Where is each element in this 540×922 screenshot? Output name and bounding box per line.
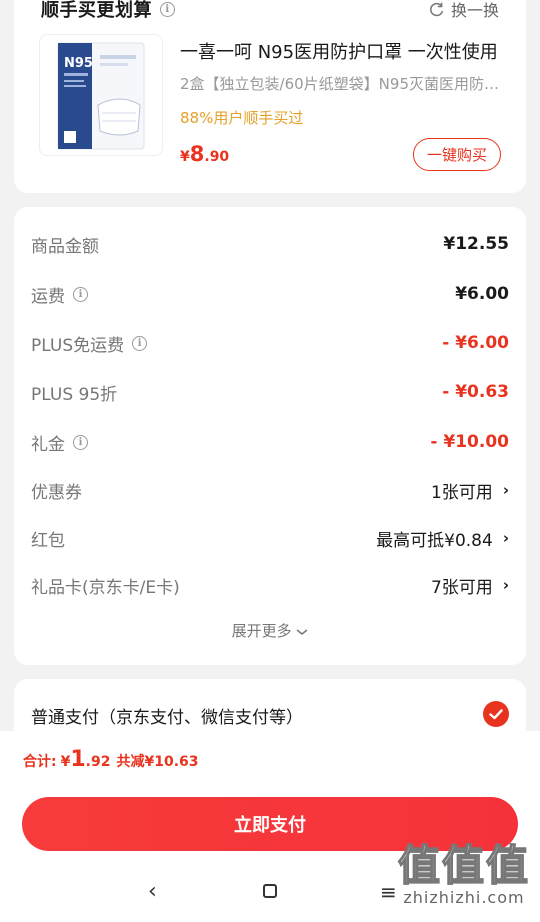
recommend-title: 顺手买更划算 <box>41 0 152 21</box>
total-reduction: 共减¥10.63 <box>116 754 199 770</box>
order-total: 合计: ¥1.92 共减¥10.63 <box>23 747 199 772</box>
total-currency: ¥ <box>60 754 71 770</box>
info-icon[interactable]: i <box>73 286 88 302</box>
swap-button[interactable]: 换一换 <box>428 0 499 21</box>
product-subtitle: 2盒【独立包装/60片纸塑袋】N95灭菌医用防护口罩 <box>180 75 500 93</box>
fee-value: ¥6.00 <box>455 284 509 304</box>
info-icon[interactable]: i <box>132 335 148 351</box>
info-icon[interactable]: i <box>160 1 175 17</box>
fee-value: - ¥6.00 <box>442 333 509 353</box>
product-price: ¥8.90 <box>180 142 229 166</box>
chevron-right-icon: › <box>502 529 509 547</box>
menu-icon[interactable]: ≡ <box>380 880 397 904</box>
product-title[interactable]: 一喜一呵 N95医用防护口罩 一次性使用 <box>180 38 500 64</box>
recommend-header: 顺手买更划算 i <box>41 0 175 22</box>
price-currency: ¥ <box>180 149 190 165</box>
fee-value: - ¥10.00 <box>430 432 509 452</box>
fee-label: 礼品卡(京东卡/E卡) <box>31 577 180 598</box>
back-icon[interactable]: ‹ <box>148 879 157 904</box>
checkmark-icon[interactable] <box>483 701 509 727</box>
chevron-right-icon: › <box>502 481 509 499</box>
total-label: 合计: <box>23 754 57 770</box>
fee-value: 最高可抵¥0.84 <box>376 530 493 551</box>
expand-more-label: 展开更多 <box>231 622 292 640</box>
fee-row-plus-discount: PLUS 95折 - ¥0.63 <box>31 377 509 407</box>
fee-value: 1张可用 <box>430 482 493 503</box>
one-click-buy-button[interactable]: 一键购买 <box>413 138 501 171</box>
fee-label: 运费 <box>31 286 65 307</box>
fee-row-gift-card[interactable]: 礼品卡(京东卡/E卡) 7张可用 › <box>31 570 509 600</box>
watermark: 值值值 zhizhizhi.com <box>397 841 530 907</box>
fee-row-red-packet[interactable]: 红包 最高可抵¥0.84 › <box>31 523 509 553</box>
fee-label: 优惠券 <box>31 482 82 503</box>
total-decimal: .92 <box>85 754 111 770</box>
fee-label: 红包 <box>31 530 65 551</box>
product-image-label: N95 <box>64 56 93 71</box>
fee-value: - ¥0.63 <box>442 382 509 402</box>
swap-label: 换一换 <box>450 1 499 20</box>
watermark-logo: 值值值 <box>397 841 530 890</box>
payment-method-label: 普通支付（京东支付、微信支付等） <box>31 708 303 728</box>
fee-label: PLUS免运费 <box>31 335 125 356</box>
chevron-down-icon <box>296 628 308 635</box>
price-decimal: .90 <box>204 149 230 165</box>
fee-value: 7张可用 <box>430 577 493 598</box>
info-icon[interactable]: i <box>73 434 88 450</box>
fee-row-plus-free-shipping: PLUS免运费 i - ¥6.00 <box>31 328 509 358</box>
product-bought-rate: 88%用户顺手买过 <box>180 109 304 127</box>
refresh-icon <box>430 2 444 16</box>
recommend-card: 顺手买更划算 i 换一换 N95 一喜一呵 N95医用防护口罩 一次性使用 2盒… <box>14 0 526 193</box>
fee-row-coupon[interactable]: 优惠券 1张可用 › <box>31 475 509 505</box>
fee-row-goods: 商品金额 ¥12.55 <box>31 229 509 259</box>
chevron-right-icon: › <box>502 576 509 594</box>
home-icon[interactable] <box>263 884 277 898</box>
product-image[interactable]: N95 <box>39 34 163 156</box>
fee-row-gift-money: 礼金 i - ¥10.00 <box>31 427 509 457</box>
total-integer: 1 <box>70 747 86 772</box>
fee-row-shipping: 运费 i ¥6.00 <box>31 279 509 309</box>
fee-card: 商品金额 ¥12.55 运费 i ¥6.00 PLUS免运费 i - ¥6.00… <box>14 207 526 665</box>
fee-label: PLUS 95折 <box>31 384 118 405</box>
expand-more-button[interactable]: 展开更多 <box>14 620 526 641</box>
watermark-url: zhizhizhi.com <box>403 888 525 907</box>
price-integer: 8 <box>189 142 205 166</box>
fee-label: 商品金额 <box>31 236 99 257</box>
fee-value: ¥12.55 <box>443 234 509 254</box>
fee-label: 礼金 <box>31 434 65 455</box>
